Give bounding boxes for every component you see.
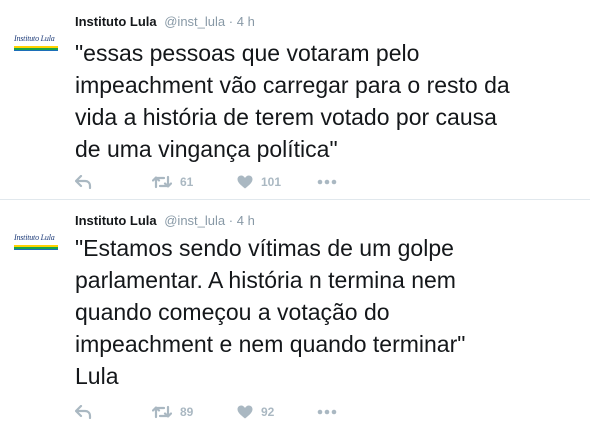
- separator: ·: [228, 14, 234, 29]
- tweet-actions: 89 92: [75, 402, 375, 422]
- timestamp[interactable]: 4 h: [237, 213, 255, 228]
- avatar-logo-text: Instituto Lula: [14, 233, 55, 242]
- tweet-text: "Estamos sendo vítimas de um golpe parla…: [75, 235, 466, 389]
- heart-icon: [237, 175, 253, 189]
- user-handle[interactable]: @inst_lula: [164, 213, 225, 228]
- reply-button[interactable]: [75, 172, 92, 192]
- display-name[interactable]: Instituto Lula: [75, 14, 157, 29]
- logo-stripe-blue: [14, 50, 58, 51]
- user-handle[interactable]: @inst_lula: [164, 14, 225, 29]
- reply-icon: [75, 175, 92, 189]
- like-count: 101: [261, 175, 282, 189]
- more-icon: [317, 409, 337, 415]
- retweet-icon: [152, 405, 172, 419]
- tweet-header: Instituto Lula @inst_lula · 4 h: [75, 213, 255, 228]
- tweet-actions: 61 101: [75, 172, 375, 192]
- more-button[interactable]: [317, 402, 337, 422]
- avatar[interactable]: Instituto Lula: [12, 226, 62, 256]
- separator: ·: [228, 213, 234, 228]
- avatar[interactable]: Instituto Lula: [12, 27, 62, 57]
- like-button[interactable]: 92: [237, 402, 274, 422]
- logo-stripe-blue: [14, 249, 58, 250]
- like-button[interactable]: 101: [237, 172, 281, 192]
- retweet-count: 61: [180, 175, 194, 189]
- timestamp[interactable]: 4 h: [237, 14, 255, 29]
- more-icon: [317, 179, 337, 185]
- reply-button[interactable]: [75, 402, 92, 422]
- retweet-icon: [152, 175, 172, 189]
- tweet-text: "essas pessoas que votaram pelo impeachm…: [75, 40, 510, 162]
- tweet[interactable]: Instituto Lula Instituto Lula @inst_lula…: [0, 0, 590, 200]
- heart-icon: [237, 405, 253, 419]
- reply-icon: [75, 405, 92, 419]
- avatar-logo-text: Instituto Lula: [14, 34, 55, 43]
- tweet-header: Instituto Lula @inst_lula · 4 h: [75, 14, 255, 29]
- tweet[interactable]: Instituto Lula Instituto Lula @inst_lula…: [0, 201, 590, 425]
- retweet-count: 89: [180, 405, 194, 419]
- more-button[interactable]: [317, 172, 337, 192]
- display-name[interactable]: Instituto Lula: [75, 213, 157, 228]
- retweet-button[interactable]: 61: [152, 172, 193, 192]
- like-count: 92: [261, 405, 275, 419]
- retweet-button[interactable]: 89: [152, 402, 193, 422]
